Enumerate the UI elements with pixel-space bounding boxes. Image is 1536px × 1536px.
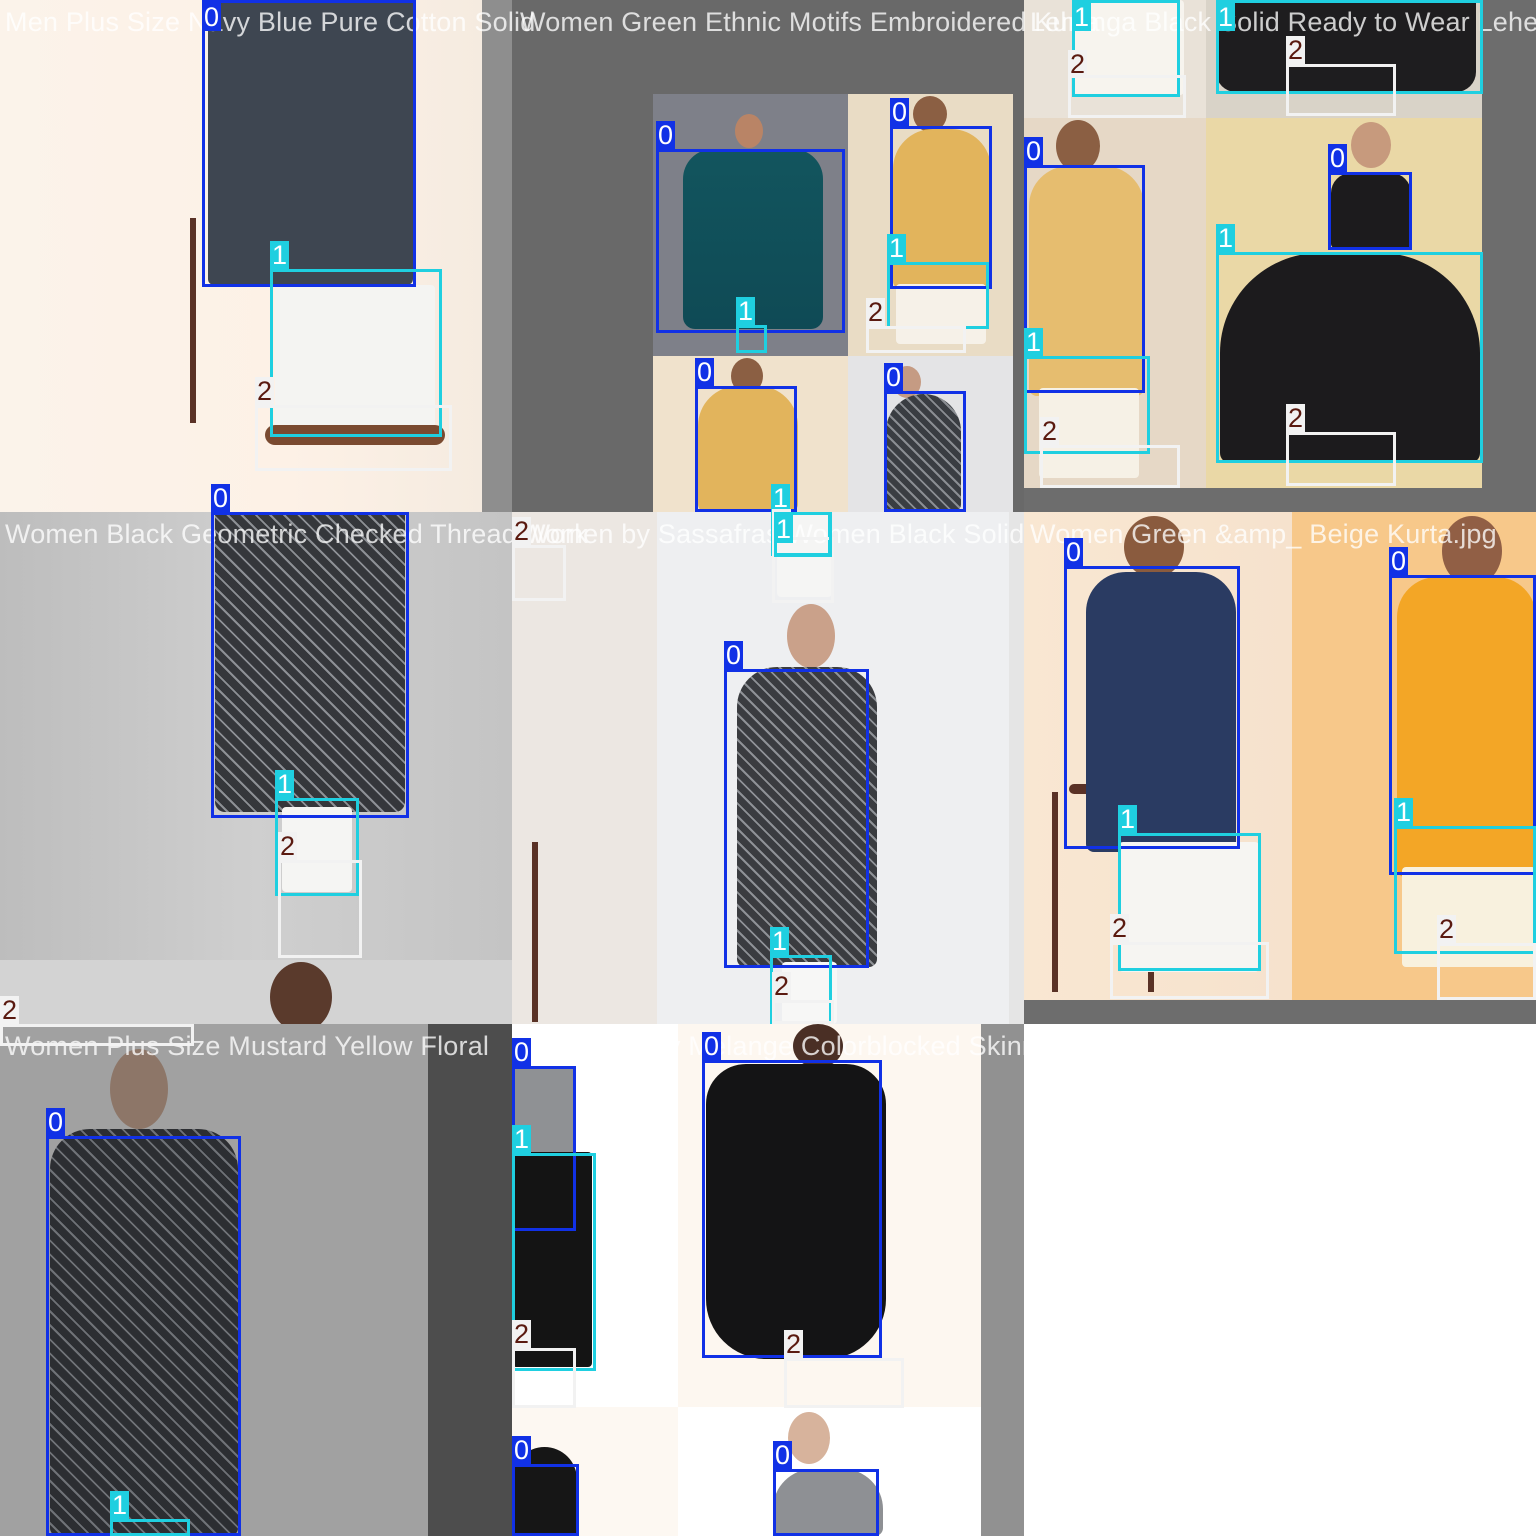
class-label: 2 <box>1286 403 1306 433</box>
class-label: 1 <box>512 1124 532 1154</box>
detection-box-class-2: 2 <box>772 972 834 1024</box>
class-label: 2 <box>1437 914 1457 944</box>
photo-bottom-strip <box>0 960 512 1024</box>
mosaic-grid: Men Plus Size Navy Blue Pure Cotton Soli… <box>0 0 1536 1536</box>
tile-caption: Women Green &amp_ Beige Kurta.jpg <box>1030 519 1497 549</box>
detection-box-class-0: 0 <box>512 1436 579 1536</box>
detection-box-class-2: 2 <box>512 1320 576 1408</box>
class-label: 0 <box>1389 546 1409 576</box>
tile-caption: Women Grey Melange Colorblocked Skinny F <box>520 1031 1076 1061</box>
class-label: 0 <box>512 1037 532 1067</box>
class-label: 2 <box>0 995 20 1025</box>
detection-box-class-0: 0 <box>202 0 416 287</box>
class-label: 0 <box>202 2 222 32</box>
detection-box-class-0: 0 <box>702 1032 882 1358</box>
class-label: 0 <box>46 1107 66 1137</box>
class-label: 2 <box>866 297 886 327</box>
detection-box-class-0: 0 <box>1328 144 1412 250</box>
class-label: 1 <box>1394 797 1414 827</box>
detection-box-class-2: 2 <box>255 377 452 471</box>
detection-box-class-1: 1 <box>1394 798 1536 954</box>
class-label: 0 <box>512 1435 532 1465</box>
detection-box-class-2: 2 <box>784 1330 904 1408</box>
detection-box-class-2: 2 <box>1110 914 1269 999</box>
class-label: 1 <box>1216 223 1236 253</box>
detection-box-class-1: 1 <box>736 297 767 353</box>
class-label: 2 <box>1068 49 1088 79</box>
class-label: 2 <box>1286 35 1306 65</box>
class-label: 0 <box>773 1440 793 1470</box>
detection-box-class-0: 0 <box>46 1108 241 1536</box>
class-label: 0 <box>1024 136 1044 166</box>
class-label: 1 <box>110 1490 130 1520</box>
class-label: 0 <box>211 483 231 513</box>
detection-box-class-2: 2 <box>1286 36 1396 116</box>
tile-caption: Women Green Ethnic Motifs Embroidered Ku… <box>520 7 1100 37</box>
class-label: 1 <box>887 233 907 263</box>
head <box>787 604 835 668</box>
class-label: 2 <box>278 831 298 861</box>
class-label: 0 <box>702 1031 722 1061</box>
class-label: 1 <box>1216 2 1236 32</box>
class-label: 1 <box>275 769 295 799</box>
class-label: 0 <box>656 120 676 150</box>
detection-box-class-2: 2 <box>1437 915 1536 1000</box>
detection-box-class-0: 0 <box>884 363 966 512</box>
head <box>270 962 332 1024</box>
detection-box-class-2: 2 <box>278 832 362 958</box>
class-label: 0 <box>1064 537 1084 567</box>
detection-box-class-0: 0 <box>773 1441 879 1536</box>
detection-box-class-2: 2 <box>866 298 966 353</box>
detection-box-class-0: 0 <box>724 641 869 968</box>
class-label: 1 <box>770 926 790 956</box>
class-label: 2 <box>772 971 792 1001</box>
class-label: 1 <box>1024 327 1044 357</box>
class-label: 1 <box>774 514 794 544</box>
detection-box-class-2: 2 <box>1040 417 1180 488</box>
class-label: 2 <box>255 376 275 406</box>
detection-box-class-2: 2 <box>1286 404 1396 486</box>
detection-box-class-1: 1 <box>110 1491 190 1536</box>
class-label: 1 <box>1118 804 1138 834</box>
class-label: 1 <box>270 240 290 270</box>
class-label: 0 <box>890 97 910 127</box>
detection-box-class-1: 1 <box>887 234 989 329</box>
detection-box-class-1: 1 <box>774 512 832 557</box>
class-label: 2 <box>1110 913 1130 943</box>
detection-box-class-0: 0 <box>211 484 409 818</box>
detection-box-class-0: 0 <box>1064 538 1240 849</box>
class-label: 2 <box>512 516 532 546</box>
class-label: 0 <box>695 357 715 387</box>
class-label: 2 <box>512 1319 532 1349</box>
class-label: 2 <box>1040 416 1060 446</box>
class-label: 0 <box>884 362 904 392</box>
class-label: 1 <box>736 296 756 326</box>
head <box>735 114 763 148</box>
detection-box-class-2: 2 <box>512 517 566 601</box>
class-label: 1 <box>1072 2 1092 32</box>
detection-box-class-2: 2 <box>1068 50 1186 118</box>
stool-legs <box>512 842 538 1022</box>
head <box>788 1412 830 1464</box>
head <box>1351 122 1391 168</box>
class-label: 0 <box>724 640 744 670</box>
class-label: 2 <box>784 1329 804 1359</box>
class-label: 0 <box>1328 143 1348 173</box>
detection-box-class-2: 2 <box>0 996 194 1046</box>
